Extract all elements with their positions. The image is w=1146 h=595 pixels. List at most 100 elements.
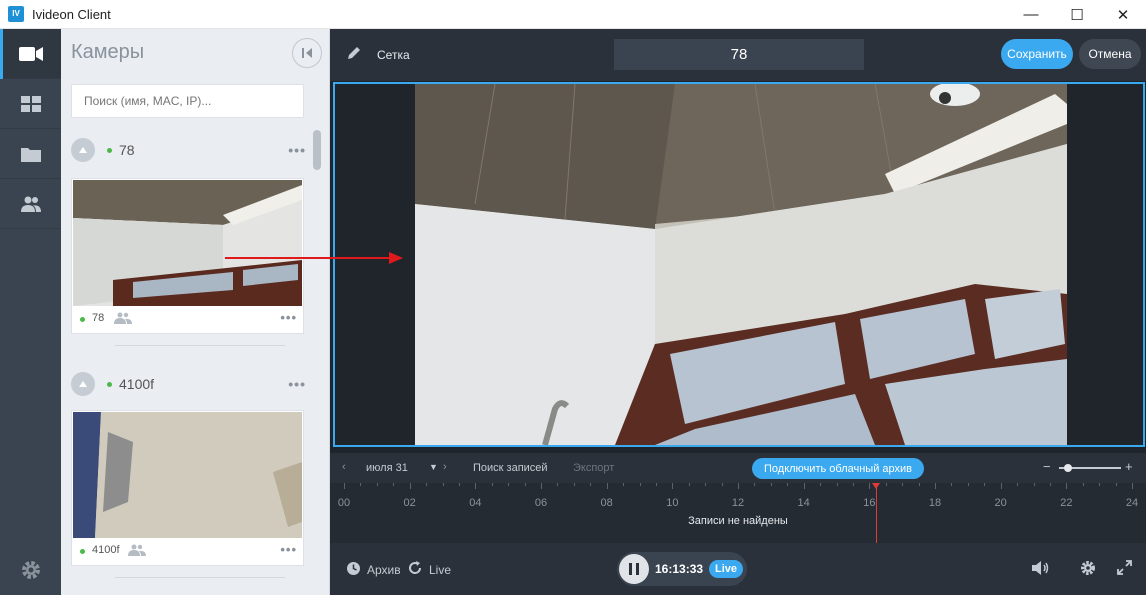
more-options-icon[interactable]: ••• [288, 142, 306, 158]
timeline-hour-label: 14 [797, 497, 810, 509]
timeline-controls: ‹ июля 31 ▼ › Поиск записей Экспорт Подк… [330, 453, 1146, 483]
timeline-tick [770, 483, 772, 486]
more-options-icon[interactable]: ••• [288, 376, 306, 392]
zoom-out-button[interactable]: − [1043, 459, 1051, 474]
clock-icon[interactable] [346, 561, 361, 576]
main-navigation [0, 29, 61, 595]
window-titlebar: IV Ivideon Client — ☐ ✕ [0, 0, 1146, 29]
timeline-tick [639, 483, 641, 486]
timeline-tick [557, 483, 559, 486]
camera-card[interactable]: 4100f ••• [71, 410, 304, 566]
group-divider [115, 577, 285, 578]
timeline-tick [984, 483, 986, 486]
timeline-hour-label: 06 [534, 497, 548, 509]
timeline-tick [951, 483, 953, 486]
shared-users-icon [128, 544, 146, 556]
timeline-tick [738, 483, 739, 489]
cancel-button[interactable]: Отмена [1079, 39, 1141, 69]
timeline-tick [820, 483, 822, 486]
timeline-tick [606, 483, 608, 489]
timeline-hour-label: 20 [994, 497, 1007, 509]
refresh-icon[interactable] [408, 561, 422, 575]
layout-mode-label: Сетка [377, 48, 410, 62]
online-status-dot [107, 148, 112, 153]
camera-icon [18, 46, 43, 61]
chevron-right-icon[interactable]: › [443, 461, 447, 473]
camera-thumbnail[interactable] [73, 180, 302, 306]
timeline-hour-label: 04 [469, 497, 482, 509]
folder-icon [20, 147, 41, 162]
app-logo-icon: IV [8, 6, 24, 22]
camera-group-header[interactable]: 4100f ••• [71, 370, 306, 398]
timeline-tick [1115, 483, 1117, 486]
camera-group-header[interactable]: 78 ••• [71, 136, 306, 164]
close-button[interactable]: ✕ [1100, 0, 1146, 29]
expand-group-button[interactable] [71, 138, 95, 162]
playback-time-control: 16:13:33 Live [617, 552, 747, 586]
layout-name-field[interactable]: 78 [614, 39, 864, 70]
online-status-dot [80, 317, 85, 322]
live-badge[interactable]: Live [709, 560, 744, 578]
search-records-link[interactable]: Поиск записей [473, 462, 548, 474]
timeline-hour-label: 10 [666, 497, 679, 509]
timeline-playhead[interactable] [872, 483, 881, 543]
chevron-left-icon[interactable]: ‹ [342, 461, 346, 473]
nav-users[interactable] [0, 179, 61, 229]
live-mode-button[interactable]: Live [429, 563, 451, 577]
export-link[interactable]: Экспорт [573, 462, 614, 474]
camera-search-input[interactable] [71, 84, 304, 118]
timeline-tick [491, 483, 493, 486]
timeline-hour-label: 08 [600, 497, 613, 509]
timeline-tick [1017, 483, 1019, 486]
player-controls: Архив Live 16:13:33 Live [330, 543, 1146, 595]
nav-archive[interactable] [0, 129, 61, 179]
expand-group-button[interactable] [71, 372, 95, 396]
pencil-icon[interactable] [346, 45, 362, 61]
connect-cloud-archive-button[interactable]: Подключить облачный архив [752, 458, 924, 479]
group-divider [115, 345, 285, 346]
timeline-tick [918, 483, 920, 486]
maximize-button[interactable]: ☐ [1054, 0, 1100, 29]
volume-icon[interactable] [1032, 561, 1050, 575]
timeline-tick [426, 483, 428, 486]
nav-layouts[interactable] [0, 79, 61, 129]
camera-thumbnail[interactable] [73, 412, 302, 538]
collapse-panel-button[interactable] [292, 38, 322, 68]
more-options-icon[interactable]: ••• [280, 542, 297, 557]
date-picker[interactable]: июля 31 [366, 462, 408, 474]
zoom-knob[interactable] [1064, 464, 1073, 472]
timeline-tick [935, 483, 936, 489]
settings-gear-icon[interactable] [1080, 560, 1096, 576]
pause-button[interactable] [619, 554, 649, 584]
camera-card-footer: 78 ••• [72, 305, 303, 333]
zoom-in-button[interactable]: + [1125, 459, 1133, 474]
camera-name: 78 [92, 312, 105, 324]
timeline-tick [655, 483, 657, 486]
settings-button[interactable] [0, 544, 61, 595]
timeline-ruler[interactable]: Записи не найдены 00 02 04 06 08 10 12 14 16 18 20… [330, 483, 1146, 543]
timeline-zoom-slider[interactable]: − + [1043, 459, 1133, 474]
timeline-hour-label: 22 [1060, 497, 1073, 509]
timeline-tick [803, 483, 805, 489]
current-time-label: 16:13:33 [655, 562, 704, 576]
timeline-tick [787, 483, 789, 486]
layout-toolbar: Сетка 78 Сохранить Отмена [330, 29, 1146, 81]
minimize-button[interactable]: — [1008, 0, 1054, 29]
main-area: Сетка 78 Сохранить Отмена ‹ июля 31 ▼ › … [330, 29, 1146, 595]
caret-down-icon[interactable]: ▼ [429, 462, 438, 472]
timeline-tick [1000, 483, 1002, 489]
timeline-hour-label: 24 [1125, 497, 1139, 509]
camera-video-feed[interactable] [415, 84, 1067, 445]
pause-icon [629, 563, 639, 575]
panel-scrollbar[interactable] [313, 130, 321, 170]
video-viewport[interactable] [333, 82, 1145, 447]
timeline-tick [376, 483, 378, 486]
timeline-tick [360, 483, 362, 486]
archive-mode-button[interactable]: Архив [367, 563, 401, 577]
fullscreen-icon[interactable] [1117, 560, 1132, 575]
group-name: 4100f [119, 376, 155, 392]
shared-users-icon [114, 312, 132, 324]
nav-cameras[interactable] [0, 29, 61, 79]
more-options-icon[interactable]: ••• [280, 310, 297, 325]
save-button[interactable]: Сохранить [1001, 39, 1073, 69]
